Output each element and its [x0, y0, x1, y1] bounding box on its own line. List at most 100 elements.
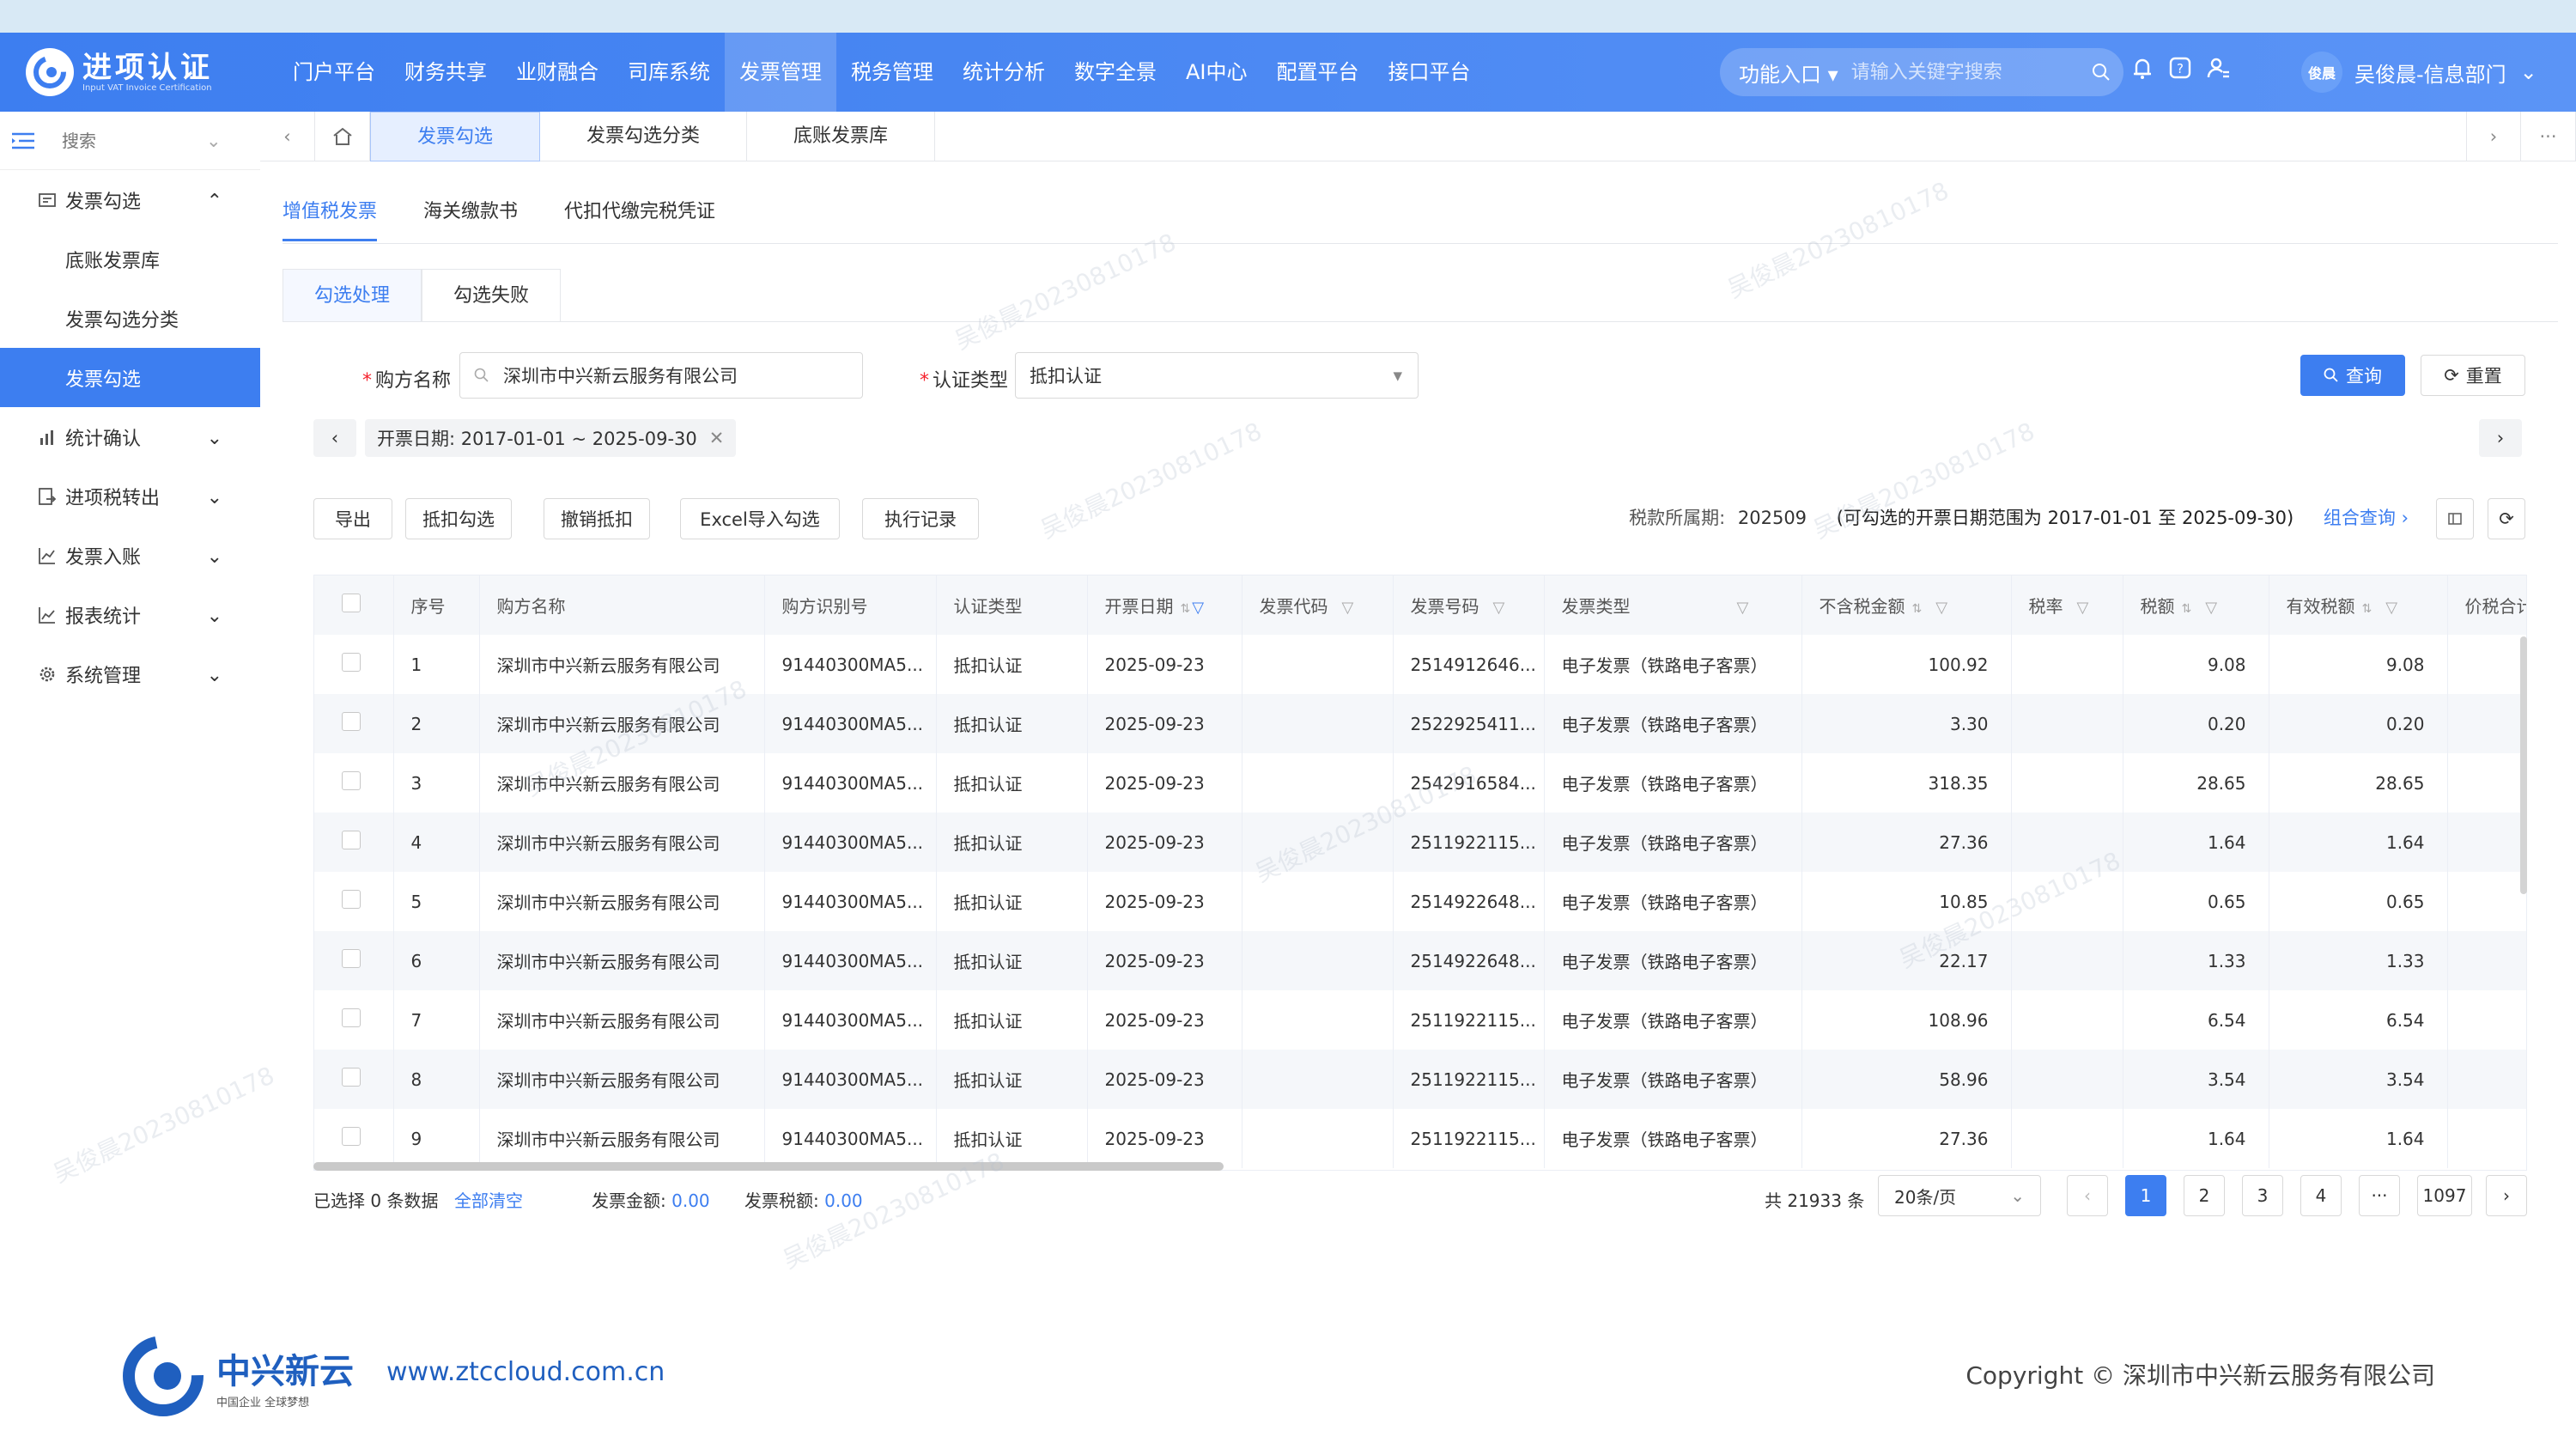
sidebar-group-system-management[interactable]: 系统管理 ⌄ [0, 644, 260, 703]
filter-icon[interactable]: ▽ [1342, 599, 1354, 617]
nav-item-business-finance[interactable]: 业财融合 [501, 33, 613, 112]
help-icon[interactable]: ? [2167, 55, 2193, 81]
nav-item-statistics[interactable]: 统计分析 [948, 33, 1060, 112]
row-checkbox[interactable] [342, 653, 361, 672]
sidebar-group-statistics-confirm[interactable]: 统计确认 ⌄ [0, 407, 260, 466]
sidebar-group-input-tax-transfer[interactable]: 进项税转出 ⌄ [0, 466, 260, 526]
user-settings-icon[interactable] [2205, 55, 2231, 81]
search-icon[interactable] [2087, 55, 2117, 89]
select-all-checkbox[interactable] [342, 594, 361, 612]
nav-item-treasury[interactable]: 司库系统 [613, 33, 725, 112]
filter-icon[interactable]: ▽ [1935, 599, 1947, 617]
bell-icon[interactable] [2129, 55, 2155, 81]
table-row[interactable]: 8 深圳市中兴新云服务有限公司 91440300MA5... 抵扣认证 2025-09-… [314, 1050, 2526, 1109]
chip-scroll-left-icon[interactable]: ‹ [313, 419, 356, 457]
page-4[interactable]: 4 [2300, 1175, 2342, 1216]
sort-icon[interactable]: ⇅ [1912, 602, 1923, 616]
more-icon[interactable]: ··· [2521, 112, 2576, 161]
combined-query-link[interactable]: 组合查询 › [2324, 508, 2409, 528]
close-icon[interactable]: ✕ [709, 428, 725, 448]
page-2[interactable]: 2 [2184, 1175, 2225, 1216]
next-page-icon[interactable]: › [2486, 1175, 2527, 1216]
function-entry-dropdown[interactable]: 功能入口 ▾ [1720, 58, 1851, 88]
tabs-scroll-left-icon[interactable]: ‹ [260, 111, 315, 161]
nav-item-digital-panorama[interactable]: 数字全景 [1060, 33, 1171, 112]
row-checkbox[interactable] [342, 1127, 361, 1146]
sidebar-group-invoice-posting[interactable]: 发票入账 ⌄ [0, 526, 260, 585]
revoke-deduct-button[interactable]: 撤销抵扣 [544, 498, 650, 539]
table-row[interactable]: 4 深圳市中兴新云服务有限公司 91440300MA5... 抵扣认证 2025-09-… [314, 813, 2526, 872]
filter-icon[interactable]: ▽ [1192, 599, 1204, 617]
prev-page-icon[interactable]: ‹ [2067, 1175, 2108, 1216]
app-logo[interactable]: 进项认证 Input VAT Invoice Certification [0, 48, 258, 96]
nav-item-portal[interactable]: 门户平台 [278, 33, 390, 112]
tab-invoice-check-category[interactable]: 发票勾选分类 [540, 111, 748, 161]
chip-scroll-right-icon[interactable]: › [2479, 419, 2522, 457]
tab-check-failed[interactable]: 勾选失败 [422, 269, 562, 322]
tab-check-processing[interactable]: 勾选处理 [283, 269, 422, 322]
filter-icon[interactable]: ▽ [1737, 599, 1749, 617]
nav-item-interface[interactable]: 接口平台 [1374, 33, 1485, 112]
sort-icon[interactable]: ⇅ [2182, 602, 2192, 616]
export-button[interactable]: 导出 [313, 498, 392, 539]
user-menu[interactable]: 俊晨 吴俊晨-信息部门 ⌄ [2301, 52, 2537, 93]
query-button[interactable]: 查询 [2300, 355, 2405, 396]
row-checkbox[interactable] [342, 890, 361, 909]
tab-customs-payment[interactable]: 海关缴款书 [423, 196, 518, 241]
nav-item-ai-center[interactable]: AI中心 [1171, 33, 1262, 112]
deduct-check-button[interactable]: 抵扣勾选 [405, 498, 512, 539]
tab-vat-invoice[interactable]: 增值税发票 [283, 196, 378, 241]
reset-button[interactable]: ⟳ 重置 [2421, 355, 2525, 396]
global-search-input[interactable] [1850, 61, 2087, 83]
sidebar-item-invoice-check[interactable]: 发票勾选 [0, 348, 260, 407]
page-last[interactable]: 1097 [2417, 1175, 2472, 1216]
column-settings-icon[interactable] [2436, 498, 2474, 539]
table-row[interactable]: 9 深圳市中兴新云服务有限公司 91440300MA5... 抵扣认证 2025-09-… [314, 1109, 2526, 1168]
sort-icon[interactable]: ⇅ [2362, 602, 2372, 616]
tabs-scroll-right-icon[interactable]: › [2466, 112, 2521, 161]
sidebar-group-invoice-check[interactable]: 发票勾选 ⌃ [0, 170, 260, 229]
tab-invoice-check[interactable]: 发票勾选 [370, 111, 541, 161]
table-row[interactable]: 7 深圳市中兴新云服务有限公司 91440300MA5... 抵扣认证 2025-09-… [314, 990, 2526, 1050]
vertical-scrollbar[interactable] [2520, 636, 2527, 894]
row-checkbox[interactable] [342, 712, 361, 731]
horizontal-scrollbar[interactable] [313, 1162, 1224, 1171]
sidebar-group-report-statistics[interactable]: 报表统计 ⌄ [0, 585, 260, 644]
refresh-icon[interactable]: ⟳ [2488, 498, 2525, 539]
row-checkbox[interactable] [342, 771, 361, 790]
sidebar-item-ledger-invoice-library[interactable]: 底账发票库 [0, 229, 260, 289]
filter-icon[interactable]: ▽ [2077, 599, 2089, 617]
page-1[interactable]: 1 [2125, 1175, 2166, 1216]
brand-url[interactable]: www.ztccloud.com.cn [386, 1357, 665, 1387]
clear-all-link[interactable]: 全部清空 [454, 1187, 523, 1212]
table-row[interactable]: 5 深圳市中兴新云服务有限公司 91440300MA5... 抵扣认证 2025-09-… [314, 872, 2526, 931]
nav-item-invoice-management[interactable]: 发票管理 [725, 33, 836, 112]
sidebar-item-invoice-check-category[interactable]: 发票勾选分类 [0, 289, 260, 348]
sidebar-item-label: 系统管理 [65, 665, 142, 687]
nav-item-finance-share[interactable]: 财务共享 [390, 33, 501, 112]
filter-icon[interactable]: ▽ [2385, 599, 2397, 617]
row-checkbox[interactable] [342, 831, 361, 849]
table-row[interactable]: 6 深圳市中兴新云服务有限公司 91440300MA5... 抵扣认证 2025-09-… [314, 931, 2526, 990]
sort-icon[interactable]: ⇅ [1181, 602, 1191, 616]
filter-icon[interactable]: ▽ [2205, 599, 2217, 617]
nav-item-config[interactable]: 配置平台 [1262, 33, 1374, 112]
sidebar-search-input[interactable] [62, 130, 199, 151]
table-row[interactable]: 1 深圳市中兴新云服务有限公司 91440300MA5... 抵扣认证 2025-09-… [314, 635, 2526, 694]
execution-record-button[interactable]: 执行记录 [862, 498, 979, 539]
buyer-name-field[interactable]: 深圳市中兴新云服务有限公司 [459, 352, 863, 399]
page-ellipsis[interactable]: ··· [2359, 1175, 2400, 1216]
excel-import-check-button[interactable]: Excel导入勾选 [680, 498, 840, 539]
tab-withholding-certificate[interactable]: 代扣代缴完税凭证 [564, 196, 715, 241]
tab-ledger-invoice-library[interactable]: 底账发票库 [747, 111, 936, 161]
row-checkbox[interactable] [342, 949, 361, 968]
cert-type-select[interactable]: 抵扣认证 ▾ [1015, 352, 1419, 399]
row-checkbox[interactable] [342, 1008, 361, 1027]
page-size-select[interactable]: 20条/页 ⌄ [1878, 1175, 2041, 1216]
menu-collapse-icon[interactable] [10, 131, 36, 151]
home-icon[interactable] [315, 111, 370, 161]
row-checkbox[interactable] [342, 1068, 361, 1087]
page-3[interactable]: 3 [2242, 1175, 2283, 1216]
nav-item-tax-management[interactable]: 税务管理 [836, 33, 948, 112]
filter-icon[interactable]: ▽ [1493, 599, 1505, 617]
